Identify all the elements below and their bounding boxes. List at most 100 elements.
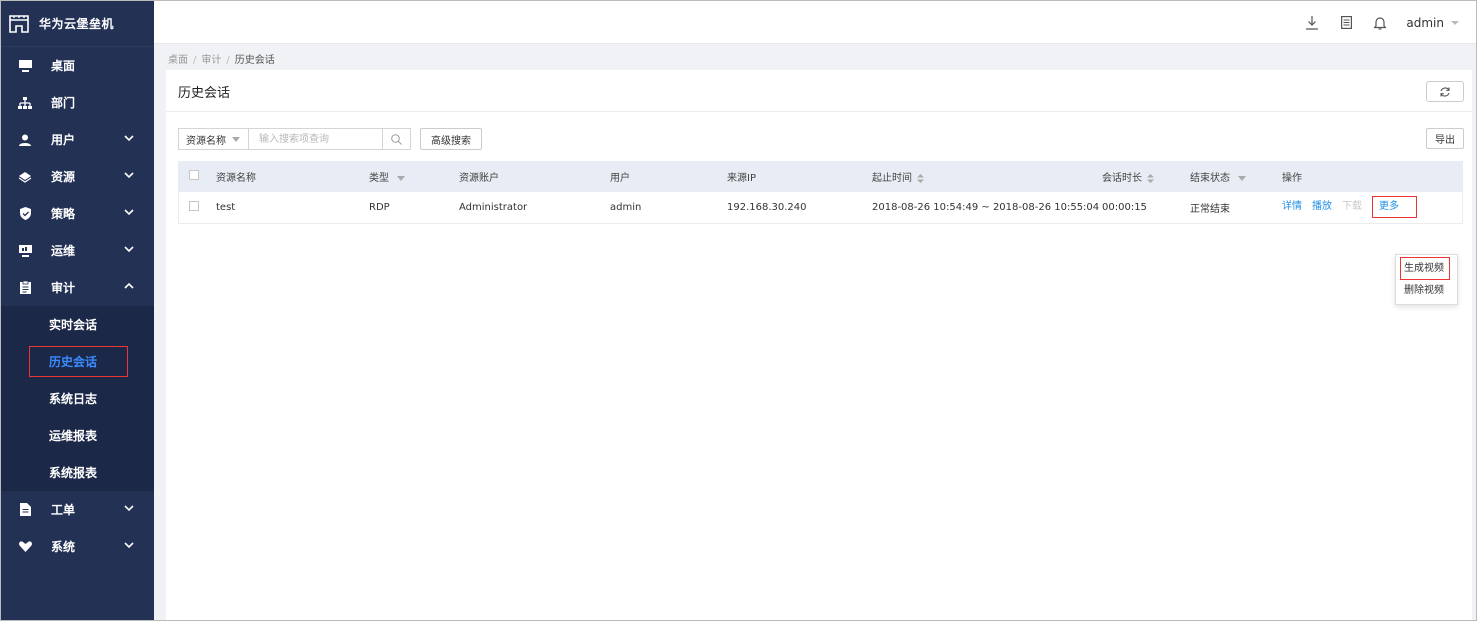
sidebar-item-label: 资源 [51,170,76,184]
filter-field-value: 资源名称 [186,135,226,147]
cell-time-range: 2018-08-26 10:54:49 ~ 2018-08-26 10:55:0… [872,192,1102,224]
row-checkbox[interactable] [189,200,199,211]
document-icon [18,503,32,517]
column-header-source-ip: 来源IP [727,161,872,192]
sidebar-item-label: 桌面 [51,59,76,73]
download-link: 下载 [1342,201,1362,213]
sidebar-item-audit[interactable]: 审计 [1,269,154,306]
sidebar-item-label: 系统报表 [49,466,98,480]
chevron-down-icon [124,542,134,549]
shield-icon [18,207,32,221]
search-button[interactable] [383,128,411,150]
heart-icon [18,540,32,554]
column-header-label: 会话时长 [1102,173,1142,184]
cell-end-status: 正常结束 [1190,192,1282,224]
column-header-user: 用户 [610,161,727,192]
sort-icon[interactable] [1147,173,1154,183]
sidebar-item-label: 用户 [51,133,76,147]
top-bar: admin [154,1,1476,44]
castle-logo-icon [9,14,29,33]
cell-account: Administrator [459,192,610,224]
select-all-checkbox[interactable] [189,170,199,180]
cell-duration: 00:00:15 [1102,192,1190,224]
sidebar: 华为云堡垒机 桌面 部门 用户 资源 策略 运维 审计 实时会话 历史会话 系统… [1,1,154,620]
sidebar-item-label: 系统日志 [49,392,98,406]
filter-field-select[interactable]: 资源名称 [178,128,248,150]
logo[interactable]: 华为云堡垒机 [1,1,154,47]
user-menu-name[interactable]: admin [1406,16,1444,30]
chevron-down-icon [124,172,134,179]
column-header-account: 资源账户 [459,161,610,192]
sessions-table: 资源名称 类型 资源账户 用户 来源IP 起止时间 会话时长 结束状态 操作 t… [178,161,1463,224]
breadcrumb-section[interactable]: 审计 [201,55,221,66]
cell-type: RDP [369,192,459,224]
audit-icon [18,281,32,295]
column-header-end-status[interactable]: 结束状态 [1190,161,1282,192]
sidebar-item-department[interactable]: 部门 [1,84,154,121]
column-header-time-range[interactable]: 起止时间 [872,161,1102,192]
refresh-icon [1440,86,1450,97]
org-tree-icon [18,96,32,110]
sidebar-item-history-session[interactable]: 历史会话 [1,343,154,380]
sidebar-item-ops[interactable]: 运维 [1,232,154,269]
caret-down-icon[interactable] [1450,19,1460,27]
generate-video-menu-item[interactable]: 生成视频 [1396,255,1457,280]
user-icon [18,133,32,147]
search-toolbar: 资源名称 高级搜索 [178,128,482,150]
content-card: 历史会话 资源名称 高级搜索 导出 [166,70,1472,620]
sidebar-item-system-report[interactable]: 系统报表 [1,454,154,491]
sidebar-item-policy[interactable]: 策略 [1,195,154,232]
sidebar-item-realtime-session[interactable]: 实时会话 [1,306,154,343]
main-content: 桌面/审计/历史会话 历史会话 资源名称 高级搜索 导出 [154,44,1476,620]
chevron-down-icon [124,505,134,512]
sort-icon[interactable] [917,173,924,183]
sidebar-item-system-log[interactable]: 系统日志 [1,380,154,417]
sidebar-item-label: 部门 [51,96,76,110]
sidebar-item-ticket[interactable]: 工单 [1,491,154,528]
download-icon[interactable] [1304,15,1320,31]
sidebar-item-label: 策略 [51,207,76,221]
sidebar-item-system[interactable]: 系统 [1,528,154,565]
detail-link[interactable]: 详情 [1282,201,1302,212]
column-header-resource-name: 资源名称 [216,161,369,192]
bell-icon[interactable] [1372,15,1388,31]
delete-video-menu-item[interactable]: 删除视频 [1396,277,1457,299]
export-button[interactable]: 导出 [1426,128,1464,149]
column-header-label: 类型 [369,173,389,184]
breadcrumb-home[interactable]: 桌面 [168,55,188,66]
play-link[interactable]: 播放 [1312,201,1332,212]
breadcrumb: 桌面 / 审计 / 历史会话 [168,55,275,66]
cell-resource-name: test [216,192,369,224]
sidebar-item-desktop[interactable]: 桌面 [1,47,154,84]
sidebar-item-ops-report[interactable]: 运维报表 [1,417,154,454]
search-input[interactable] [248,128,383,150]
sidebar-item-label: 审计 [51,281,76,295]
highlight-box [29,346,128,377]
filter-caret-icon[interactable] [397,175,405,181]
column-header-actions: 操作 [1282,161,1463,192]
column-header-duration[interactable]: 会话时长 [1102,161,1190,192]
sidebar-item-label: 系统 [51,540,76,554]
layers-icon [18,170,32,184]
filter-caret-icon[interactable] [1238,175,1246,181]
cell-user: admin [610,192,727,224]
ops-icon [18,244,32,258]
sidebar-item-users[interactable]: 用户 [1,121,154,158]
column-header-label: 结束状态 [1190,173,1230,184]
more-button[interactable]: 更多 [1372,196,1417,219]
cell-source-ip: 192.168.30.240 [727,192,872,224]
list-document-icon[interactable] [1338,15,1354,31]
cell-actions: 详情 播放 下载 更多 [1282,192,1463,224]
sidebar-item-resources[interactable]: 资源 [1,158,154,195]
more-dropdown-menu: 生成视频 删除视频 [1395,254,1458,305]
caret-down-icon [232,137,240,142]
column-header-type[interactable]: 类型 [369,161,459,192]
column-header-label: 起止时间 [872,173,912,184]
chevron-down-icon [124,135,134,142]
table-header-row: 资源名称 类型 资源账户 用户 来源IP 起止时间 会话时长 结束状态 操作 [178,161,1463,192]
refresh-button[interactable] [1426,81,1464,102]
advanced-search-button[interactable]: 高级搜索 [420,128,482,150]
app-title: 华为云堡垒机 [39,17,115,31]
monitor-icon [18,59,32,73]
chevron-down-icon [124,209,134,216]
